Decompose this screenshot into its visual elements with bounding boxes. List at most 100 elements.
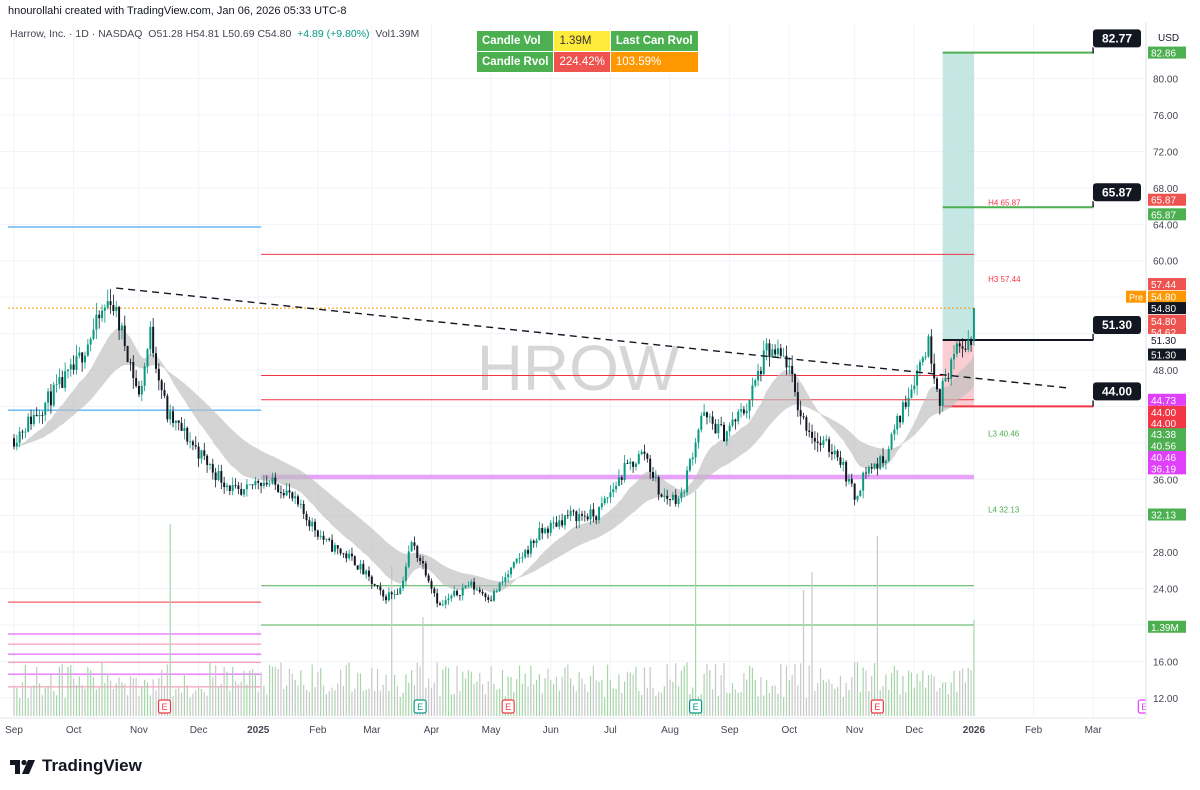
volume-bar bbox=[524, 673, 526, 716]
magenta-level-band bbox=[261, 474, 974, 480]
volume-bar bbox=[902, 675, 904, 716]
volume-bar bbox=[834, 688, 836, 716]
volume-bar bbox=[430, 687, 433, 716]
candle-body bbox=[436, 593, 439, 604]
candle-body bbox=[214, 472, 217, 480]
volume-bar bbox=[609, 679, 611, 716]
volume-bar bbox=[391, 566, 393, 716]
candle-body bbox=[745, 410, 748, 414]
candle-body bbox=[833, 450, 836, 455]
candle-body bbox=[660, 494, 663, 497]
volume-bar bbox=[933, 676, 935, 716]
volume-bar bbox=[518, 665, 521, 716]
volume-bar bbox=[763, 695, 765, 716]
time-tick-label: Feb bbox=[1025, 725, 1043, 736]
candle-body bbox=[254, 480, 257, 486]
candle-body bbox=[765, 343, 768, 351]
candle-body bbox=[873, 463, 876, 469]
candle-body bbox=[828, 439, 831, 452]
candle-body bbox=[228, 485, 231, 491]
candle-body bbox=[467, 585, 470, 587]
candle-body bbox=[146, 349, 149, 367]
price-tag-label: 36.19 bbox=[1151, 464, 1176, 475]
candle-body bbox=[498, 582, 501, 592]
time-tick-label: Aug bbox=[661, 725, 679, 736]
candle-body bbox=[248, 484, 251, 486]
volume-bar bbox=[794, 663, 796, 716]
volume-bar bbox=[334, 690, 336, 716]
volume-bar bbox=[385, 674, 387, 716]
candle-body bbox=[634, 463, 637, 467]
volume-bar bbox=[802, 590, 805, 716]
candle-body bbox=[365, 570, 368, 575]
earnings-marker-label: E bbox=[417, 702, 423, 712]
candle-body bbox=[18, 431, 21, 443]
candle-body bbox=[319, 535, 322, 537]
volume-bar bbox=[56, 695, 58, 716]
volume-bar bbox=[709, 670, 711, 716]
volume-bar bbox=[890, 673, 893, 716]
volume-bar bbox=[675, 663, 677, 716]
volume-bar bbox=[777, 693, 779, 716]
volume-bar bbox=[254, 672, 256, 716]
candle-body bbox=[166, 395, 169, 420]
candle-body bbox=[262, 482, 265, 486]
volume-bar bbox=[317, 672, 319, 716]
candle-body bbox=[339, 548, 342, 554]
candle-body bbox=[887, 448, 890, 461]
candle-body bbox=[609, 492, 612, 498]
candle-body bbox=[302, 503, 305, 514]
candle-body bbox=[155, 353, 157, 369]
volume-bar bbox=[325, 694, 327, 716]
candle-body bbox=[916, 370, 919, 386]
candle-vol-label: Candle Vol bbox=[475, 30, 555, 52]
candle-body bbox=[899, 416, 902, 423]
candle-body bbox=[126, 346, 129, 363]
pivot-label: L3 40.46 bbox=[988, 430, 1020, 439]
time-tick-label: Dec bbox=[190, 725, 208, 736]
volume-bar bbox=[189, 697, 191, 716]
time-tick-label: Apr bbox=[424, 725, 440, 736]
volume-bar bbox=[436, 662, 438, 716]
candle-body bbox=[387, 592, 390, 601]
price-tag-label: 44.73 bbox=[1151, 396, 1176, 407]
candle-body bbox=[691, 457, 694, 460]
candle-body bbox=[953, 353, 956, 360]
volume-bar bbox=[206, 695, 208, 716]
candle-body bbox=[86, 344, 89, 356]
volume-bar bbox=[538, 674, 540, 716]
candle-body bbox=[194, 445, 197, 447]
time-tick-label: Nov bbox=[846, 725, 864, 736]
volume-bar bbox=[337, 683, 339, 716]
candle-body bbox=[646, 453, 649, 459]
candle-body bbox=[419, 557, 422, 561]
candle-body bbox=[220, 471, 223, 483]
volume-bar bbox=[851, 677, 853, 716]
volume-bar bbox=[308, 692, 310, 716]
volume-bar bbox=[98, 687, 100, 716]
volume-bar bbox=[712, 689, 714, 716]
volume-bar bbox=[947, 694, 949, 716]
volume-bar bbox=[234, 681, 237, 716]
symbol-name[interactable]: Harrow, Inc. · 1D · NASDAQ bbox=[10, 28, 142, 40]
candle-body bbox=[521, 557, 524, 559]
candle-body bbox=[78, 352, 81, 356]
candle-body bbox=[424, 563, 427, 576]
volume-bar bbox=[393, 674, 396, 716]
candle-body bbox=[112, 304, 115, 312]
volume-bar bbox=[899, 694, 901, 716]
candle-body bbox=[183, 427, 186, 431]
candle-body bbox=[671, 494, 674, 501]
tradingview-logo[interactable]: TradingView bbox=[10, 756, 142, 776]
price-chart[interactable]: HROW H4 65.87 H3 57.44 L3 40.46 L4 32.13 E E… bbox=[0, 0, 1200, 742]
candle-body bbox=[458, 595, 461, 596]
candle-body bbox=[816, 441, 819, 443]
volume-bar bbox=[905, 691, 907, 716]
candle-body bbox=[510, 567, 512, 575]
candle-body bbox=[245, 484, 248, 490]
candle-body bbox=[936, 378, 938, 390]
price-tick-label: 28.00 bbox=[1153, 548, 1178, 559]
candle-body bbox=[13, 438, 15, 447]
volume-bar bbox=[348, 662, 350, 716]
candle-body bbox=[52, 384, 55, 406]
